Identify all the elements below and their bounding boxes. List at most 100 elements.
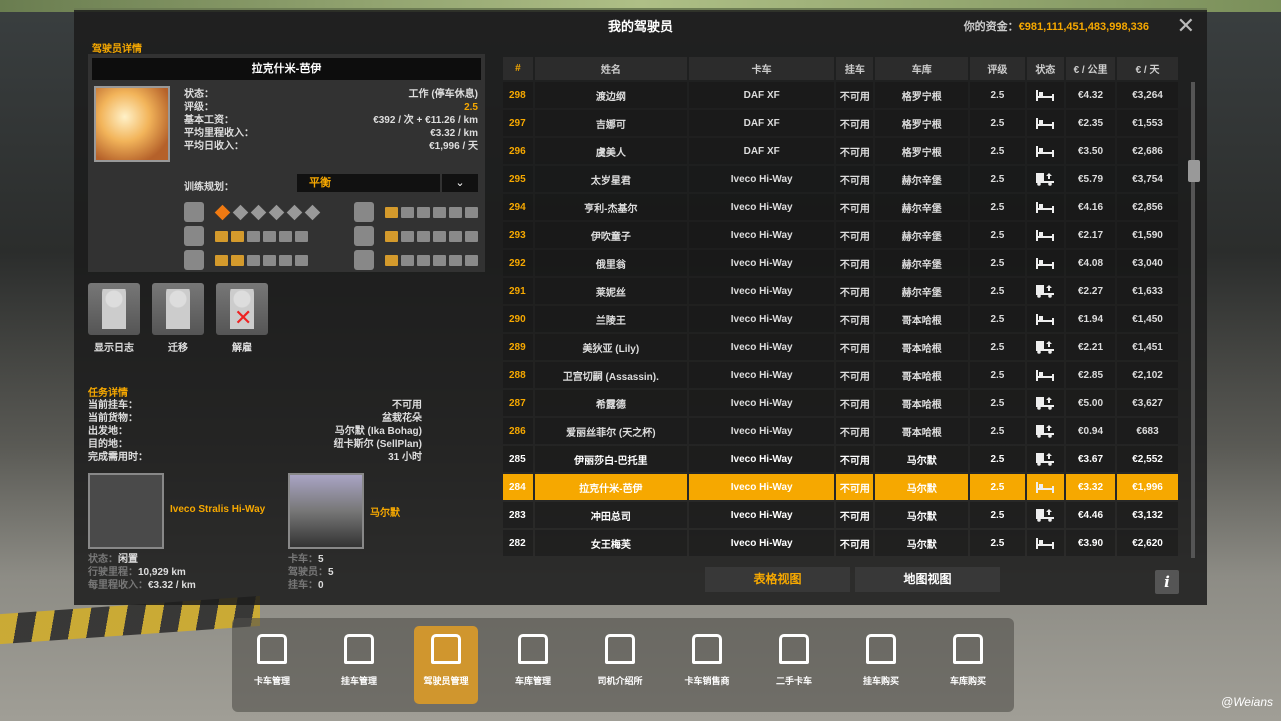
cell-per-day: €1,633 [1117, 278, 1178, 304]
garage-image[interactable] [288, 473, 364, 549]
dock-icon [866, 634, 896, 664]
status-cell [1026, 306, 1064, 332]
garage-name[interactable]: 马尔默 [370, 504, 400, 519]
truck-name[interactable]: Iveco Stralis Hi-Way [170, 504, 265, 515]
training-select[interactable]: 平衡 [297, 174, 440, 192]
cell-per-day: €2,552 [1117, 446, 1178, 472]
table-row[interactable]: 286 爱丽丝菲尔 (天之杯) Iveco Hi-Way 不可用 哥本哈根 2.5 €0.9… [503, 418, 1178, 444]
table-row[interactable]: 297 吉娜可 DAF XF 不可用 格罗宁根 2.5 €2.35 €1,553 [503, 110, 1178, 136]
cell-trailer: 不可用 [836, 502, 874, 528]
dock-icon [257, 634, 287, 664]
bed-icon [1036, 314, 1055, 325]
table-row[interactable]: 282 女王梅芙 Iveco Hi-Way 不可用 马尔默 2.5 €3.90 €2,620 [503, 530, 1178, 556]
driver-field: 平均里程收入： €3.32 / km [184, 128, 478, 139]
table-row[interactable]: 284 拉克什米-芭伊 Iveco Hi-Way 不可用 马尔默 2.5 €3.32 €1,9… [503, 474, 1178, 500]
cell-number: 285 [503, 446, 533, 472]
dock-item-2[interactable]: 驾驶员管理 [414, 626, 478, 704]
table-row[interactable]: 295 太岁星君 Iveco Hi-Way 不可用 赫尔辛堡 2.5 €5.79 €3,754 [503, 166, 1178, 192]
cell-name: 兰陵王 [534, 306, 687, 332]
cell-name: 太岁星君 [534, 166, 687, 192]
cell-per-day: €683 [1117, 418, 1178, 444]
column-header[interactable]: 车库 [875, 57, 969, 80]
cell-name: 吉娜可 [534, 110, 687, 136]
skill-distance-icon [184, 226, 204, 246]
table-row[interactable]: 293 伊吹童子 Iveco Hi-Way 不可用 赫尔辛堡 2.5 €2.17 €1,590 [503, 222, 1178, 248]
cell-garage: 赫尔辛堡 [875, 250, 969, 276]
cell-number: 282 [503, 530, 533, 556]
close-icon[interactable]: ✕ [1177, 13, 1195, 39]
show-log-button[interactable] [88, 283, 140, 335]
cell-per-km: €3.50 [1065, 138, 1116, 164]
show-log-label: 显示日志 [94, 343, 134, 354]
cell-rating: 2.5 [970, 278, 1025, 304]
dock-item-0[interactable]: 卡车管理 [240, 626, 304, 704]
dock-item-4[interactable]: 司机介绍所 [588, 626, 652, 704]
dock-item-5[interactable]: 卡车销售商 [675, 626, 739, 704]
table-row[interactable]: 290 兰陵王 Iveco Hi-Way 不可用 哥本哈根 2.5 €1.94 €1,450 [503, 306, 1178, 332]
cell-truck: Iveco Hi-Way [688, 418, 835, 444]
cell-trailer: 不可用 [836, 82, 874, 108]
status-cell [1026, 446, 1064, 472]
cell-per-day: €1,996 [1117, 474, 1178, 500]
table-row[interactable]: 291 莱妮丝 Iveco Hi-Way 不可用 赫尔辛堡 2.5 €2.27 €1,633 [503, 278, 1178, 304]
bed-icon [1036, 146, 1055, 157]
garage-trailers: 挂车：0 [288, 580, 324, 591]
table-row[interactable]: 283 冲田总司 Iveco Hi-Way 不可用 马尔默 2.5 €4.46 €3,132 [503, 502, 1178, 528]
status-cell [1026, 334, 1064, 360]
column-header[interactable]: 状态 [1026, 57, 1064, 80]
table-row[interactable]: 292 俄里翁 Iveco Hi-Way 不可用 赫尔辛堡 2.5 €4.08 €3,040 [503, 250, 1178, 276]
cell-rating: 2.5 [970, 502, 1025, 528]
dock-item-8[interactable]: 车库购买 [936, 626, 1000, 704]
cell-name: 爱丽丝菲尔 (天之杯) [534, 418, 687, 444]
transfer-button[interactable] [152, 283, 204, 335]
truck-loading-icon [1036, 173, 1055, 186]
dock-item-1[interactable]: 挂车管理 [327, 626, 391, 704]
cell-number: 293 [503, 222, 533, 248]
info-icon[interactable]: i [1155, 570, 1179, 594]
column-header[interactable]: 卡车 [688, 57, 835, 80]
cell-number: 296 [503, 138, 533, 164]
truck-loading-icon [1036, 509, 1055, 522]
column-header[interactable]: # [503, 57, 533, 80]
table-row[interactable]: 298 渡边纲 DAF XF 不可用 格罗宁根 2.5 €4.32 €3,264 [503, 82, 1178, 108]
status-cell [1026, 390, 1064, 416]
cell-per-km: €3.67 [1065, 446, 1116, 472]
fire-button[interactable]: ✕ [216, 283, 268, 335]
scrollbar-thumb[interactable] [1188, 160, 1200, 182]
dock-item-7[interactable]: 挂车购买 [849, 626, 913, 704]
funds-label: 你的资金： [963, 21, 1019, 33]
column-header[interactable]: € / 天 [1117, 57, 1178, 80]
column-header[interactable]: 挂车 [836, 57, 874, 80]
column-header[interactable]: 姓名 [534, 57, 687, 80]
table-row[interactable]: 289 美狄亚 (Lily) Iveco Hi-Way 不可用 哥本哈根 2.5 €2.21… [503, 334, 1178, 360]
status-cell [1026, 362, 1064, 388]
tab-table-view[interactable]: 表格视图 [705, 567, 850, 592]
scrollbar[interactable] [1191, 82, 1195, 558]
cell-number: 290 [503, 306, 533, 332]
bed-icon [1036, 370, 1055, 381]
dock-icon [518, 634, 548, 664]
tab-map-view[interactable]: 地图视图 [855, 567, 1000, 592]
truck-image[interactable] [88, 473, 164, 549]
status-cell [1026, 166, 1064, 192]
funds: 你的资金：€981,111,451,483,998,336 [964, 18, 1149, 34]
table-row[interactable]: 285 伊丽莎白-巴托里 Iveco Hi-Way 不可用 马尔默 2.5 €3.67 €2,… [503, 446, 1178, 472]
column-header[interactable]: 评级 [970, 57, 1025, 80]
table-row[interactable]: 287 希露德 Iveco Hi-Way 不可用 哥本哈根 2.5 €5.00 €3,627 [503, 390, 1178, 416]
column-header[interactable]: € / 公里 [1065, 57, 1116, 80]
dock-item-6[interactable]: 二手卡车 [762, 626, 826, 704]
table-row[interactable]: 296 虞美人 DAF XF 不可用 格罗宁根 2.5 €3.50 €2,686 [503, 138, 1178, 164]
cell-per-day: €1,451 [1117, 334, 1178, 360]
cell-truck: Iveco Hi-Way [688, 530, 835, 556]
cell-truck: Iveco Hi-Way [688, 222, 835, 248]
cell-per-day: €3,754 [1117, 166, 1178, 192]
training-label: 训练规划： [184, 182, 234, 193]
chevron-down-icon[interactable]: ⌄ [442, 174, 478, 192]
table-row[interactable]: 294 亨利-杰基尔 Iveco Hi-Way 不可用 赫尔辛堡 2.5 €4.16 €2,8… [503, 194, 1178, 220]
status-cell [1026, 418, 1064, 444]
table-row[interactable]: 288 卫宫切嗣 (Assassin). Iveco Hi-Way 不可用 哥本哈根 2.… [503, 362, 1178, 388]
status-cell [1026, 250, 1064, 276]
cell-garage: 哥本哈根 [875, 334, 969, 360]
dock-item-3[interactable]: 车库管理 [501, 626, 565, 704]
cell-name: 渡边纲 [534, 82, 687, 108]
